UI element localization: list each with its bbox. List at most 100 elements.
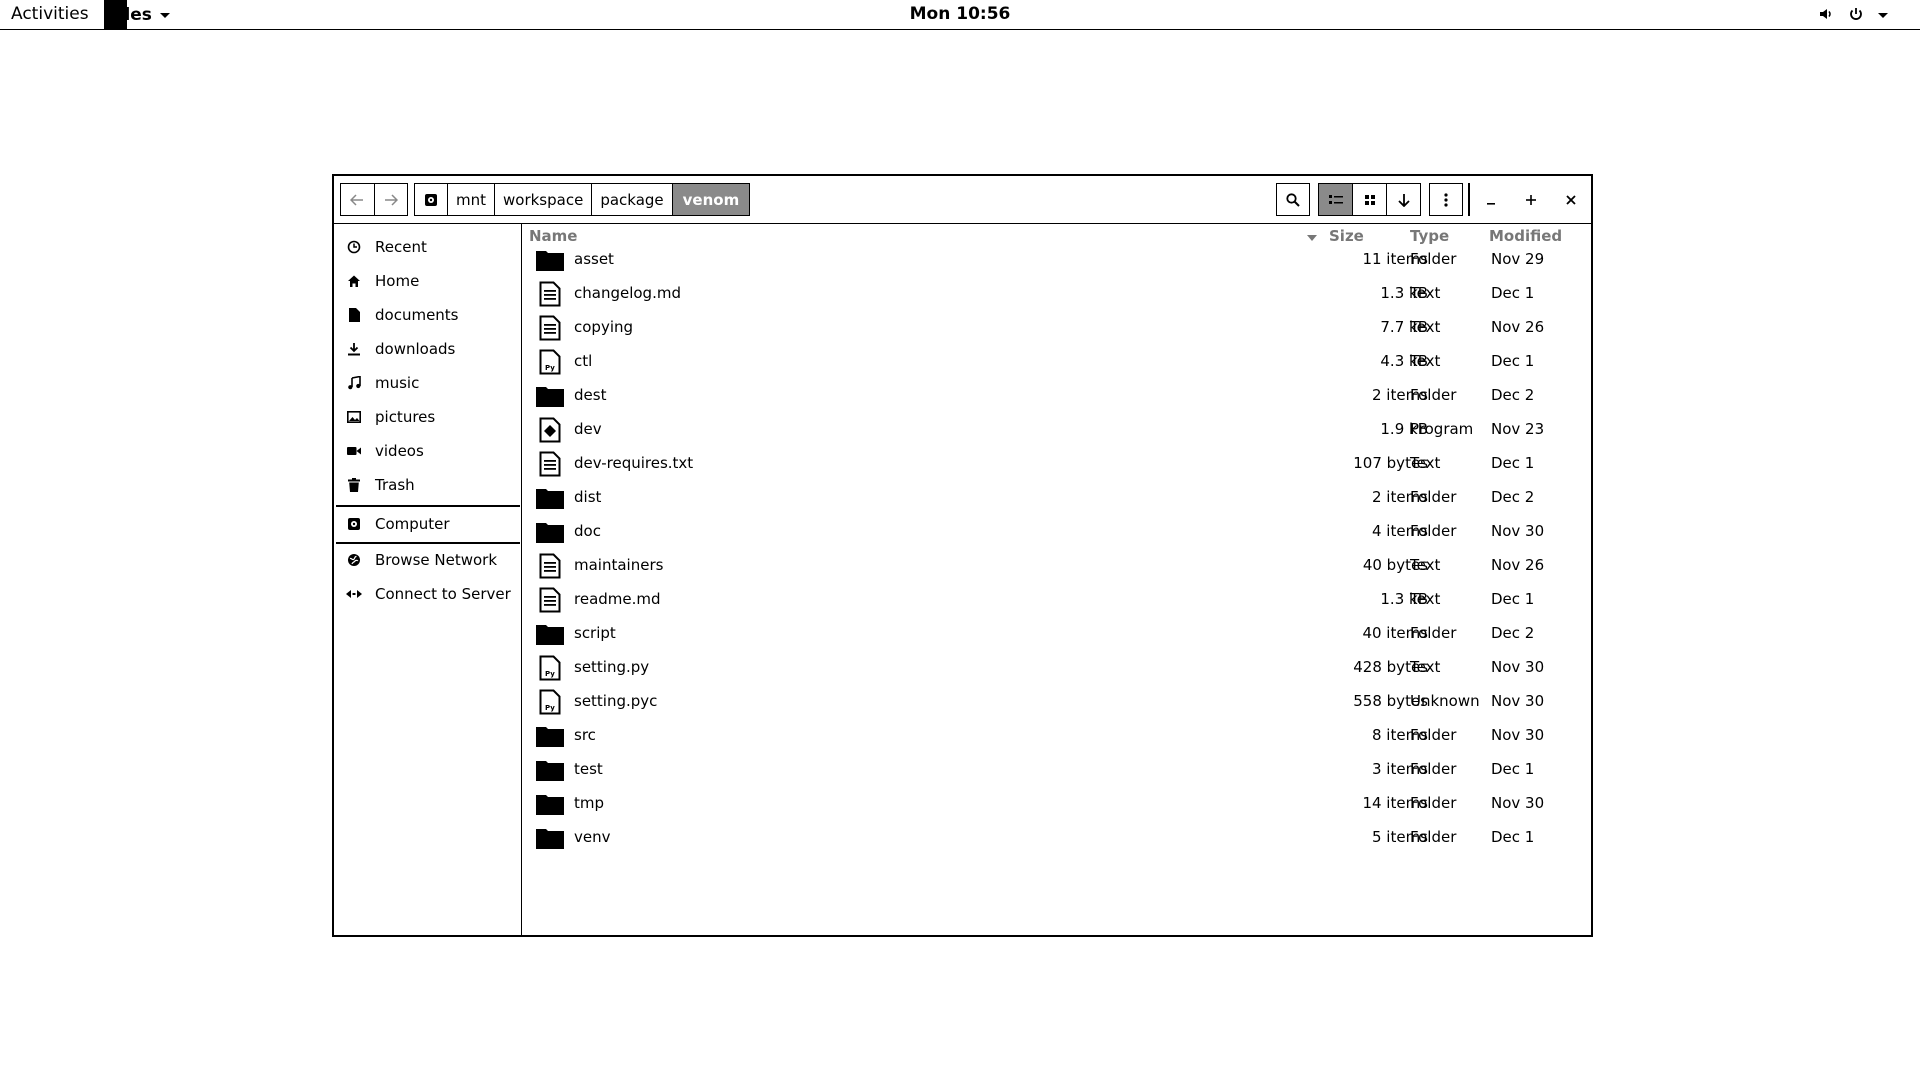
sidebar-item-label: Home — [375, 272, 420, 290]
grid-view-button[interactable] — [1353, 184, 1387, 215]
file-row[interactable]: asset 11 items Folder Nov 29 — [523, 242, 1591, 276]
sidebar-item-label: videos — [375, 442, 424, 460]
activities-button[interactable]: Activities — [11, 4, 89, 24]
file-modified: Dec 1 — [1491, 760, 1535, 778]
search-button[interactable] — [1276, 183, 1310, 216]
sidebar-item-label: Computer — [375, 515, 450, 533]
back-button[interactable] — [341, 184, 375, 215]
folder-icon — [535, 520, 565, 544]
path-root-button[interactable] — [415, 184, 448, 215]
text-file-icon — [535, 587, 565, 613]
file-row[interactable]: Py setting.py 428 bytes Text Nov 30 — [523, 650, 1591, 684]
arrow-right-icon — [384, 193, 398, 206]
close-button[interactable] — [1554, 183, 1588, 216]
file-type: Text — [1410, 556, 1441, 574]
menu-button[interactable] — [1429, 183, 1463, 216]
file-row[interactable]: maintainers 40 bytes Text Nov 26 — [523, 548, 1591, 582]
file-name: script — [574, 624, 616, 642]
file-name: tmp — [574, 794, 605, 812]
file-name: src — [574, 726, 596, 744]
list-view-icon — [1328, 194, 1343, 204]
path-crumb-package[interactable]: package — [592, 184, 673, 215]
file-type: Folder — [1410, 250, 1457, 268]
file-type: Unknown — [1410, 692, 1480, 710]
file-type: Folder — [1410, 726, 1457, 744]
path-crumb-venom[interactable]: venom — [672, 184, 750, 215]
svg-text:Py: Py — [545, 364, 555, 372]
file-row[interactable]: src 8 items Folder Nov 30 — [523, 718, 1591, 752]
sidebar: Recent Home documents downloads music pi… — [334, 224, 522, 937]
path-crumb-workspace[interactable]: workspace — [495, 184, 593, 215]
file-name: dev-requires.txt — [574, 454, 694, 472]
sidebar-item-trash[interactable]: Trash — [334, 470, 520, 500]
text-file-icon — [535, 451, 565, 477]
sidebar-item-label: pictures — [375, 408, 436, 426]
clock[interactable]: Mon 10:56 — [910, 4, 1011, 24]
svg-text:Py: Py — [545, 704, 555, 712]
file-list: Name Size Type Modified asset 11 items Fol… — [523, 224, 1591, 937]
program-file-icon — [535, 417, 565, 443]
folder-icon — [535, 724, 565, 748]
sort-button[interactable] — [1387, 184, 1420, 215]
file-row[interactable]: dest 2 items Folder Dec 2 — [523, 378, 1591, 412]
forward-button[interactable] — [375, 184, 408, 215]
kebab-menu-icon — [1444, 192, 1448, 207]
sidebar-divider — [336, 542, 520, 544]
file-modified: Nov 30 — [1491, 692, 1545, 710]
file-type: Folder — [1410, 624, 1457, 642]
sidebar-item-videos[interactable]: videos — [334, 436, 520, 466]
file-name: copying — [574, 318, 634, 336]
file-name: asset — [574, 250, 614, 268]
sidebar-item-recent[interactable]: Recent — [334, 232, 520, 262]
sort-descending-icon[interactable] — [1307, 235, 1317, 241]
document-icon — [346, 307, 362, 323]
drive-icon — [346, 516, 362, 532]
power-icon — [1848, 6, 1864, 22]
file-modified: Nov 30 — [1491, 658, 1545, 676]
file-row[interactable]: Py ctl 4.3 kB Text Dec 1 — [523, 344, 1591, 378]
chevron-down-icon — [159, 13, 170, 18]
file-row[interactable]: dist 2 items Folder Dec 2 — [523, 480, 1591, 514]
file-row[interactable]: venv 5 items Folder Dec 1 — [523, 820, 1591, 854]
app-menu[interactable]: Files — [104, 0, 170, 29]
sidebar-item-computer[interactable]: Computer — [334, 509, 520, 539]
system-status-area[interactable] — [1818, 6, 1888, 22]
file-row[interactable]: changelog.md 1.3 kB Text Dec 1 — [523, 276, 1591, 310]
list-view-button[interactable] — [1319, 184, 1353, 215]
file-row[interactable]: test 3 items Folder Dec 1 — [523, 752, 1591, 786]
sidebar-item-home[interactable]: Home — [334, 266, 520, 296]
text-file-icon — [535, 553, 565, 579]
file-type: Text — [1410, 454, 1441, 472]
sidebar-item-pictures[interactable]: pictures — [334, 402, 520, 432]
file-row[interactable]: script 40 items Folder Dec 2 — [523, 616, 1591, 650]
file-modified: Dec 2 — [1491, 624, 1535, 642]
video-icon — [346, 443, 362, 459]
file-row[interactable]: readme.md 1.3 kB Text Dec 1 — [523, 582, 1591, 616]
minimize-button[interactable] — [1474, 183, 1508, 216]
file-row[interactable]: dev 1.9 kB Program Nov 23 — [523, 412, 1591, 446]
sidebar-item-connect-to-server[interactable]: Connect to Server — [334, 579, 520, 609]
file-name: dest — [574, 386, 607, 404]
file-type: Folder — [1410, 760, 1457, 778]
file-modified: Dec 1 — [1491, 284, 1535, 302]
file-row[interactable]: doc 4 items Folder Nov 30 — [523, 514, 1591, 548]
file-row[interactable]: dev-requires.txt 107 bytes Text Dec 1 — [523, 446, 1591, 480]
maximize-button[interactable] — [1514, 183, 1548, 216]
file-name: doc — [574, 522, 601, 540]
file-row[interactable]: copying 7.7 kB Text Nov 26 — [523, 310, 1591, 344]
view-buttons — [1318, 183, 1421, 216]
file-name: setting.pyc — [574, 692, 658, 710]
file-row[interactable]: tmp 14 items Folder Nov 30 — [523, 786, 1591, 820]
folder-icon — [535, 758, 565, 782]
path-crumb-mnt[interactable]: mnt — [448, 184, 495, 215]
sidebar-item-downloads[interactable]: downloads — [334, 334, 520, 364]
sidebar-item-browse-network[interactable]: Browse Network — [334, 545, 520, 575]
download-icon — [346, 341, 362, 357]
sidebar-item-music[interactable]: music — [334, 368, 520, 398]
sidebar-item-documents[interactable]: documents — [334, 300, 520, 330]
chevron-down-icon — [1878, 12, 1888, 18]
file-modified: Nov 26 — [1491, 318, 1545, 336]
file-name: venv — [574, 828, 611, 846]
folder-icon — [535, 384, 565, 408]
file-row[interactable]: Py setting.pyc 558 bytes Unknown Nov 30 — [523, 684, 1591, 718]
